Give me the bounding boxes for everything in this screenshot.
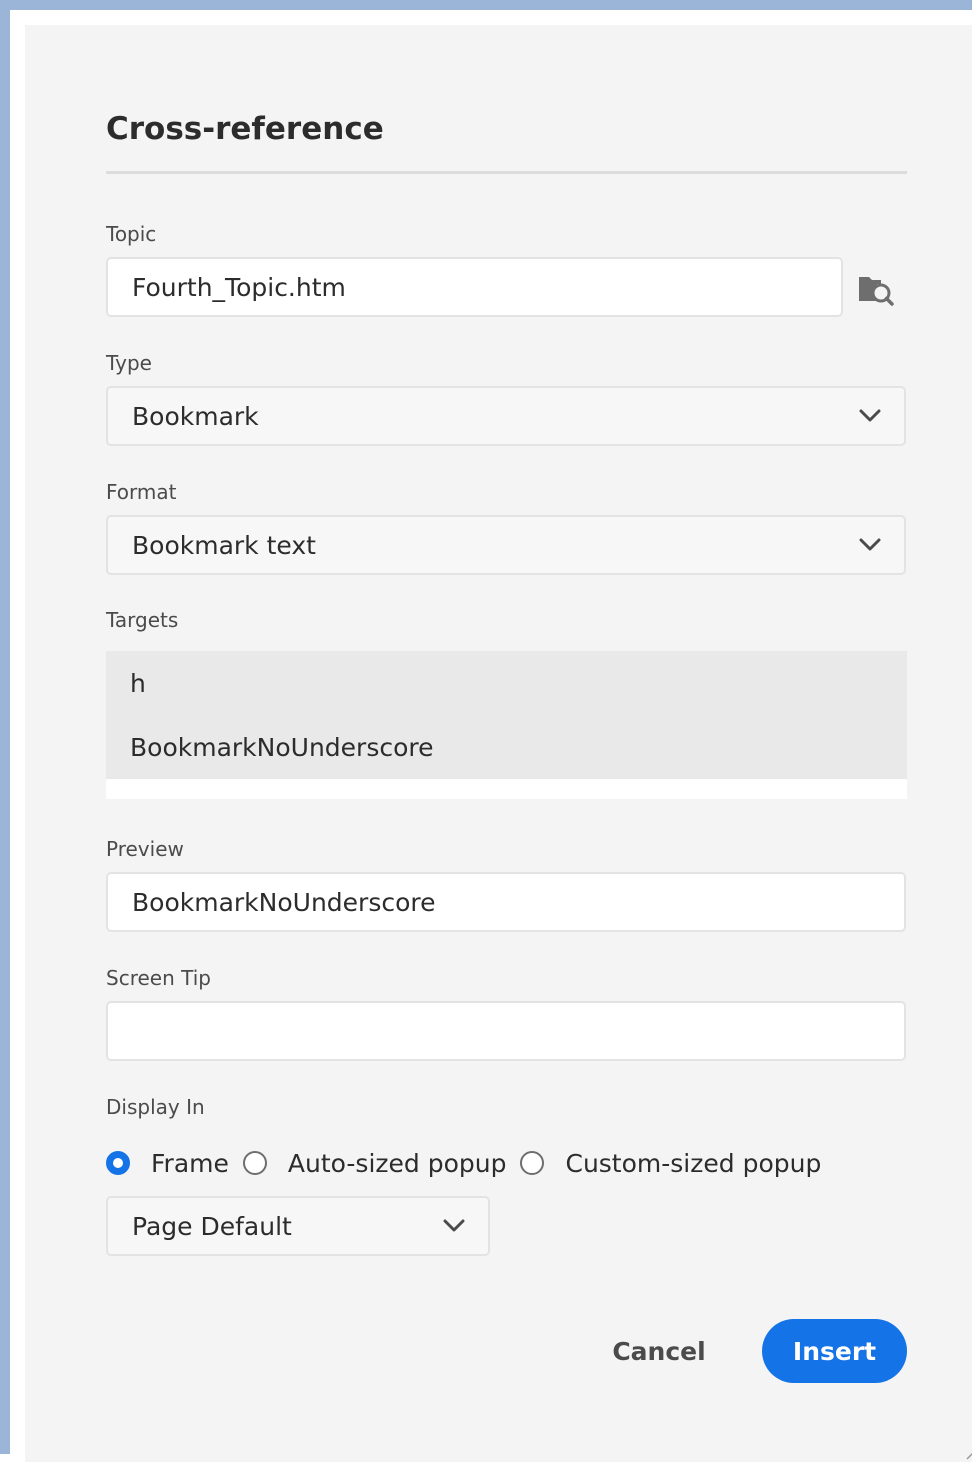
window-select[interactable]: Page Default	[106, 1196, 490, 1256]
targets-list: h BookmarkNoUnderscore	[106, 651, 907, 779]
target-item[interactable]: h	[130, 669, 146, 698]
cancel-button[interactable]: Cancel	[599, 1319, 719, 1383]
resize-grip-icon[interactable]	[964, 1444, 972, 1460]
topic-label: Topic	[106, 222, 157, 246]
title-divider	[106, 171, 907, 174]
radio-frame[interactable]	[106, 1151, 130, 1175]
topic-field-value: Fourth_Topic.htm	[132, 272, 346, 302]
cross-reference-dialog: Cross-reference Topic Fourth_Topic.htm T…	[25, 25, 972, 1462]
targets-label: Targets	[106, 608, 179, 632]
chevron-down-icon	[850, 535, 890, 555]
radio-frame-label[interactable]: Frame	[151, 1149, 229, 1178]
radio-auto-sized-popup[interactable]	[242, 1151, 267, 1175]
type-label: Type	[106, 351, 152, 375]
preview-field-value: BookmarkNoUnderscore	[132, 887, 436, 917]
topic-field[interactable]: Fourth_Topic.htm	[106, 257, 843, 317]
display-in-label: Display In	[106, 1095, 205, 1119]
screen-tip-field[interactable]	[106, 1001, 906, 1061]
chevron-down-icon	[434, 1216, 474, 1236]
preview-label: Preview	[106, 837, 184, 861]
window-select-value: Page Default	[132, 1211, 292, 1241]
screen-tip-label: Screen Tip	[106, 966, 211, 990]
preview-field[interactable]: BookmarkNoUnderscore	[106, 872, 906, 932]
targets-listbox[interactable]: h BookmarkNoUnderscore	[106, 651, 907, 799]
format-label: Format	[106, 480, 177, 504]
target-item[interactable]: BookmarkNoUnderscore	[130, 733, 434, 762]
chevron-down-icon	[850, 406, 890, 426]
insert-button[interactable]: Insert	[762, 1319, 907, 1383]
type-select[interactable]: Bookmark	[106, 386, 906, 446]
type-select-value: Bookmark	[132, 401, 259, 431]
radio-custom-sized-popup-label[interactable]: Custom-sized popup	[565, 1149, 821, 1178]
dialog-title: Cross-reference	[106, 111, 384, 147]
radio-custom-sized-popup[interactable]	[520, 1151, 545, 1175]
format-select[interactable]: Bookmark text	[106, 515, 906, 575]
window-frame: Cross-reference Topic Fourth_Topic.htm T…	[0, 0, 972, 1462]
format-select-value: Bookmark text	[132, 530, 316, 560]
radio-auto-sized-popup-label[interactable]: Auto-sized popup	[288, 1149, 507, 1178]
folder-search-icon[interactable]	[857, 271, 895, 307]
display-in-radio-group: Frame Auto-sized popup Custom-sized popu…	[106, 1145, 835, 1181]
